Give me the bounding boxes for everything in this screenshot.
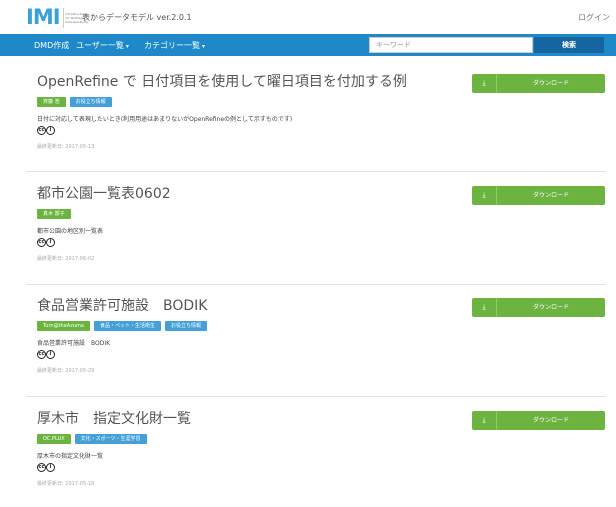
item-title[interactable]: 都市公園一覧表0602 [37,183,171,203]
author-tag[interactable]: 真木 鄯子 [37,209,71,219]
item-title[interactable]: OpenRefine で 日付項目を使用して曜日項目を付加する例 [37,71,407,91]
item-title[interactable]: 食品営業許可施設 BODIK [37,295,207,315]
tag-list: OC.PLUX 文化・スポーツ・生涯学習 [37,434,147,444]
category-tag[interactable]: 食品・ペット・生活衛生 [93,321,161,331]
tag-list: 真木 鄯子 [37,209,71,219]
author-tag[interactable]: Turn@theAzuma [37,321,90,331]
cc-license-icon: cc i [37,126,55,135]
download-icon: ⤓ [472,411,497,430]
divider [26,284,606,285]
nav-category-list[interactable]: カテゴリー一覧 ▾ [144,40,205,51]
download-icon: ⤓ [472,74,497,93]
updated-date: 最終更新日: 2017-05-18 [37,481,95,487]
item-description: 食品営業許可施設 BODIK [37,340,111,347]
nav-label: カテゴリー一覧 [144,41,200,50]
author-tag[interactable]: 齊藤 浩 [37,97,66,107]
list-item: 都市公園一覧表0602 真木 鄯子 都市公園の地区別一覧表 cc i 最終更新日:… [26,183,606,273]
navbar: DMD作成 ユーザー一覧 ▾ カテゴリー一覧 ▾ キーワード 検索 [0,34,616,56]
caret-down-icon: ▾ [125,43,129,50]
search-button[interactable]: 検索 [534,37,604,53]
item-description: 日付に対応して表現したいとき(利用用途はあまりないがOpenRefineの例とし… [37,116,293,123]
cc-license-icon: cc i [37,350,55,359]
list-item: 食品営業許可施設 BODIK Turn@theAzuma 食品・ペット・生活衛生… [26,295,606,385]
search-input[interactable]: キーワード [369,37,533,53]
list-item: 厚木市 指定文化財一覧 OC.PLUX 文化・スポーツ・生涯学習 厚木市の指定文… [26,408,606,498]
category-tag[interactable]: お役立ち情報 [164,321,207,331]
item-description: 都市公園の地区別一覧表 [37,228,104,235]
download-label: ダウンロード [532,80,569,87]
item-title[interactable]: 厚木市 指定文化財一覧 [37,408,191,428]
category-tag[interactable]: お役立ち情報 [69,97,112,107]
login-link[interactable]: ログイン [578,12,610,23]
tag-list: Turn@theAzuma 食品・ペット・生活衛生 お役立ち情報 [37,321,207,331]
updated-date: 最終更新日: 2017-05-29 [37,368,95,374]
download-label: ダウンロード [532,304,569,311]
top-header: IMI Infrastructure for Multilayer Intero… [0,0,616,34]
item-description: 厚木市の指定文化財一覧 [37,453,104,460]
author-tag[interactable]: OC.PLUX [37,434,71,444]
download-label: ダウンロード [532,192,569,199]
list-item: OpenRefine で 日付項目を使用して曜日項目を付加する例 齊藤 浩 お役… [26,71,606,161]
download-label: ダウンロード [532,417,569,424]
caret-down-icon: ▾ [202,43,206,50]
nav-label: DMD作成 [34,41,70,50]
nav-user-list[interactable]: ユーザー一覧 ▾ [76,40,129,51]
cc-license-icon: cc i [37,463,55,472]
nav-dmd-create[interactable]: DMD作成 [34,40,69,51]
nav-label: ユーザー一覧 [76,41,124,50]
site-logo[interactable]: IMI Infrastructure for Multilayer Intero… [26,7,89,28]
download-icon: ⤓ [472,186,497,205]
updated-date: 最終更新日: 2017-05-13 [37,144,95,150]
logo-text: IMI [26,5,61,29]
updated-date: 最終更新日: 2017-06-02 [37,256,95,262]
divider [26,171,606,172]
download-button[interactable]: ⤓ ダウンロード [472,186,605,205]
download-icon: ⤓ [472,298,497,317]
divider [26,396,606,397]
tag-list: 齊藤 浩 お役立ち情報 [37,97,112,107]
download-button[interactable]: ⤓ ダウンロード [472,74,605,93]
cc-license-icon: cc i [37,238,55,247]
download-button[interactable]: ⤓ ダウンロード [472,298,605,317]
download-button[interactable]: ⤓ ダウンロード [472,411,605,430]
category-tag[interactable]: 文化・スポーツ・生涯学習 [74,434,147,444]
site-title: 表からデータモデル ver.2.0.1 [82,13,192,22]
